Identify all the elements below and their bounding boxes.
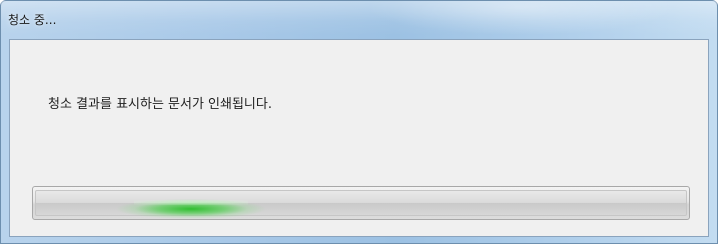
progress-bar: [32, 186, 690, 220]
dialog-content: 청소 결과를 표시하는 문서가 인쇄됩니다.: [9, 39, 709, 237]
window-title: 청소 중...: [8, 13, 57, 27]
status-message: 청소 결과를 표시하는 문서가 인쇄됩니다.: [48, 97, 272, 112]
title-bar[interactable]: 청소 중...: [1, 1, 717, 35]
dialog-window: 청소 중... 청소 결과를 표시하는 문서가 인쇄됩니다.: [0, 0, 718, 244]
progress-marquee-glow: [116, 195, 266, 219]
progress-track: [35, 190, 687, 219]
